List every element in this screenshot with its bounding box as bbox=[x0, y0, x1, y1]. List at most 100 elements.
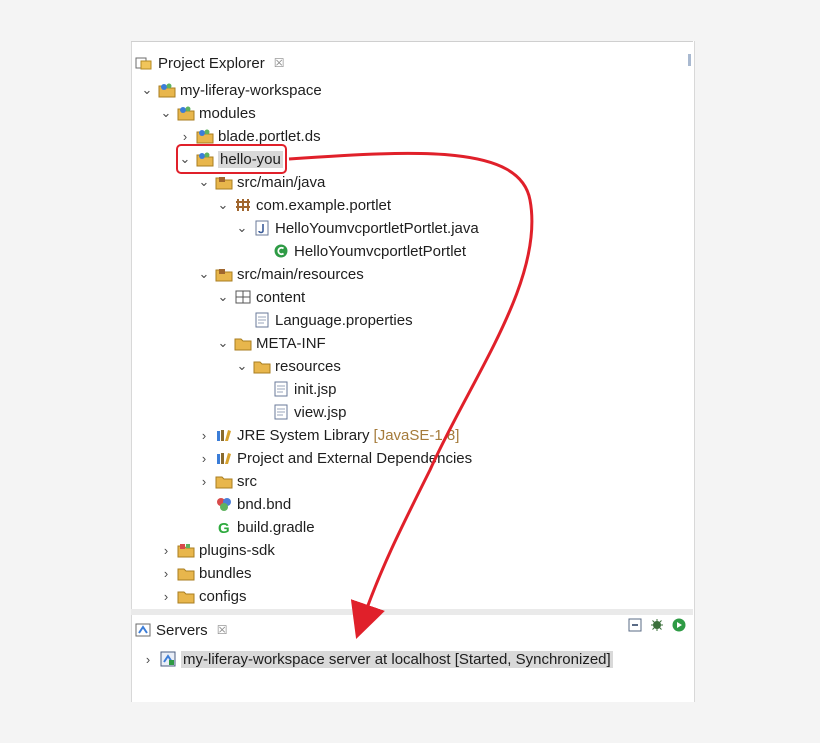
twisty-icon[interactable]: › bbox=[141, 652, 155, 667]
twisty-icon[interactable]: ⌄ bbox=[216, 197, 230, 213]
tree-item-com-example-portlet[interactable]: ⌄ com.example.portlet bbox=[216, 194, 392, 216]
tree-item-label: bnd.bnd bbox=[237, 495, 292, 513]
twisty-icon[interactable]: ⌄ bbox=[216, 335, 230, 351]
tree-item-label: com.example.portlet bbox=[256, 196, 392, 214]
twisty-icon[interactable]: › bbox=[159, 566, 173, 581]
plugins-icon bbox=[177, 542, 195, 558]
tree-item-src[interactable]: › src bbox=[197, 470, 257, 492]
tree-item-label: HelloYoumvcportletPortlet.java bbox=[275, 219, 479, 237]
svg-text:G: G bbox=[218, 520, 230, 535]
package-icon-outline bbox=[234, 289, 252, 305]
tree-item-plugins-sdk[interactable]: › plugins-sdk bbox=[159, 539, 275, 561]
tab-servers-label: Servers bbox=[156, 621, 208, 639]
library-icon bbox=[215, 427, 233, 443]
tree-item-project-and-external-dependencies[interactable]: › Project and External Dependencies bbox=[197, 447, 472, 469]
tree-item-modules[interactable]: ⌄ modules bbox=[159, 102, 256, 124]
tree-item-label: META-INF bbox=[256, 334, 326, 352]
gradle-icon: G bbox=[215, 519, 233, 537]
server-entry-label: my-liferay-workspace server at localhost… bbox=[181, 650, 613, 668]
project-icon bbox=[196, 128, 214, 144]
twisty-icon[interactable]: › bbox=[159, 543, 173, 558]
server-entry[interactable]: › my-liferay-workspace server at localho… bbox=[141, 648, 613, 670]
workspace-icon bbox=[158, 82, 176, 98]
tree-item-label: view.jsp bbox=[294, 403, 347, 421]
tree-item-label: build.gradle bbox=[237, 518, 315, 536]
file-icon bbox=[272, 404, 290, 420]
source-folder-icon bbox=[215, 174, 233, 190]
twisty-icon[interactable]: › bbox=[197, 474, 211, 489]
tree-item-label: Language.properties bbox=[275, 311, 413, 329]
tree-item-helloyoumvcportletportlet-java[interactable]: ⌄ HelloYoumvcportletPortlet.java bbox=[235, 217, 479, 239]
tree-item-label: blade.portlet.ds bbox=[218, 127, 321, 145]
tree-item-content[interactable]: ⌄ content bbox=[216, 286, 306, 308]
tree-item-label: configs bbox=[199, 587, 247, 605]
tab-project-explorer[interactable]: Project Explorer ☒ bbox=[135, 50, 287, 76]
twisty-icon[interactable]: › bbox=[159, 589, 173, 604]
top-border bbox=[131, 41, 693, 42]
debug-server-icon[interactable] bbox=[650, 618, 664, 632]
tree-item-bundles[interactable]: › bundles bbox=[159, 562, 252, 584]
twisty-icon[interactable]: ⌄ bbox=[216, 289, 230, 305]
view-menu-stub[interactable] bbox=[688, 54, 691, 66]
highlight-box bbox=[176, 144, 287, 174]
start-server-icon[interactable] bbox=[672, 618, 686, 632]
close-icon[interactable]: ☒ bbox=[274, 56, 285, 70]
twisty-icon[interactable]: ⌄ bbox=[197, 266, 211, 282]
twisty-icon[interactable]: ⌄ bbox=[235, 358, 249, 374]
folder-icon bbox=[234, 335, 252, 351]
servers-toolbar bbox=[628, 618, 686, 632]
package-icon bbox=[234, 197, 252, 213]
twisty-icon[interactable]: ⌄ bbox=[140, 82, 154, 98]
tree-item-label: resources bbox=[275, 357, 341, 375]
tree-item-label: content bbox=[256, 288, 306, 306]
tree-item-configs[interactable]: › configs bbox=[159, 585, 247, 607]
tree-item-resources[interactable]: ⌄ resources bbox=[235, 355, 341, 377]
view-divider[interactable] bbox=[131, 609, 693, 615]
folder-icon bbox=[177, 565, 195, 581]
tree-item-my-liferay-workspace[interactable]: ⌄ my-liferay-workspace bbox=[140, 79, 322, 101]
tree-item-src-main-java[interactable]: ⌄ src/main/java bbox=[197, 171, 326, 193]
twisty-icon[interactable]: › bbox=[197, 451, 211, 466]
tree-item-decoration: [JavaSE-1.8] bbox=[373, 426, 460, 444]
java-file-icon bbox=[253, 220, 271, 236]
folder-icon bbox=[215, 473, 233, 489]
bnd-icon bbox=[215, 496, 233, 512]
twisty-icon[interactable]: › bbox=[178, 129, 192, 144]
tree-item-label: src/main/resources bbox=[237, 265, 364, 283]
file-icon bbox=[272, 381, 290, 397]
file-icon bbox=[253, 312, 271, 328]
project-explorer-icon bbox=[135, 57, 152, 70]
class-icon bbox=[272, 243, 290, 259]
tree-item-init-jsp[interactable]: init.jsp bbox=[254, 378, 337, 400]
tree-item-label: bundles bbox=[199, 564, 252, 582]
tree-item-helloyoumvcportletportlet[interactable]: HelloYoumvcportletPortlet bbox=[254, 240, 466, 262]
tree-item-src-main-resources[interactable]: ⌄ src/main/resources bbox=[197, 263, 364, 285]
tree-item-label: my-liferay-workspace bbox=[180, 81, 322, 99]
tree-item-jre-system-library[interactable]: › JRE System Library [JavaSE-1.8] bbox=[197, 424, 460, 446]
tree-item-view-jsp[interactable]: view.jsp bbox=[254, 401, 347, 423]
tree-item-label: init.jsp bbox=[294, 380, 337, 398]
twisty-icon[interactable]: ⌄ bbox=[197, 174, 211, 190]
twisty-icon[interactable]: › bbox=[197, 428, 211, 443]
folder-project-icon bbox=[177, 105, 195, 121]
close-icon[interactable]: ☒ bbox=[217, 623, 228, 637]
collapse-icon[interactable] bbox=[628, 618, 642, 632]
twisty-icon[interactable]: ⌄ bbox=[159, 105, 173, 121]
tab-project-explorer-label: Project Explorer bbox=[158, 54, 265, 72]
tree-item-label: Project and External Dependencies bbox=[237, 449, 473, 467]
tree-item-meta-inf[interactable]: ⌄ META-INF bbox=[216, 332, 326, 354]
tree-item-label: JRE System Library bbox=[237, 426, 370, 444]
tab-servers[interactable]: Servers ☒ bbox=[135, 618, 227, 642]
tree-item-bnd-bnd[interactable]: bnd.bnd bbox=[197, 493, 291, 515]
tree-item-label: src/main/java bbox=[237, 173, 326, 191]
source-folder-icon bbox=[215, 266, 233, 282]
tree-item-label: HelloYoumvcportletPortlet bbox=[294, 242, 467, 260]
tree-item-label: src bbox=[237, 472, 257, 490]
library-icon bbox=[215, 450, 233, 466]
folder-icon bbox=[177, 588, 195, 604]
tree-item-build-gradle[interactable]: Gbuild.gradle bbox=[197, 516, 315, 538]
tree-item-language-properties[interactable]: Language.properties bbox=[235, 309, 413, 331]
folder-icon bbox=[253, 358, 271, 374]
servers-icon bbox=[135, 623, 151, 637]
twisty-icon[interactable]: ⌄ bbox=[235, 220, 249, 236]
